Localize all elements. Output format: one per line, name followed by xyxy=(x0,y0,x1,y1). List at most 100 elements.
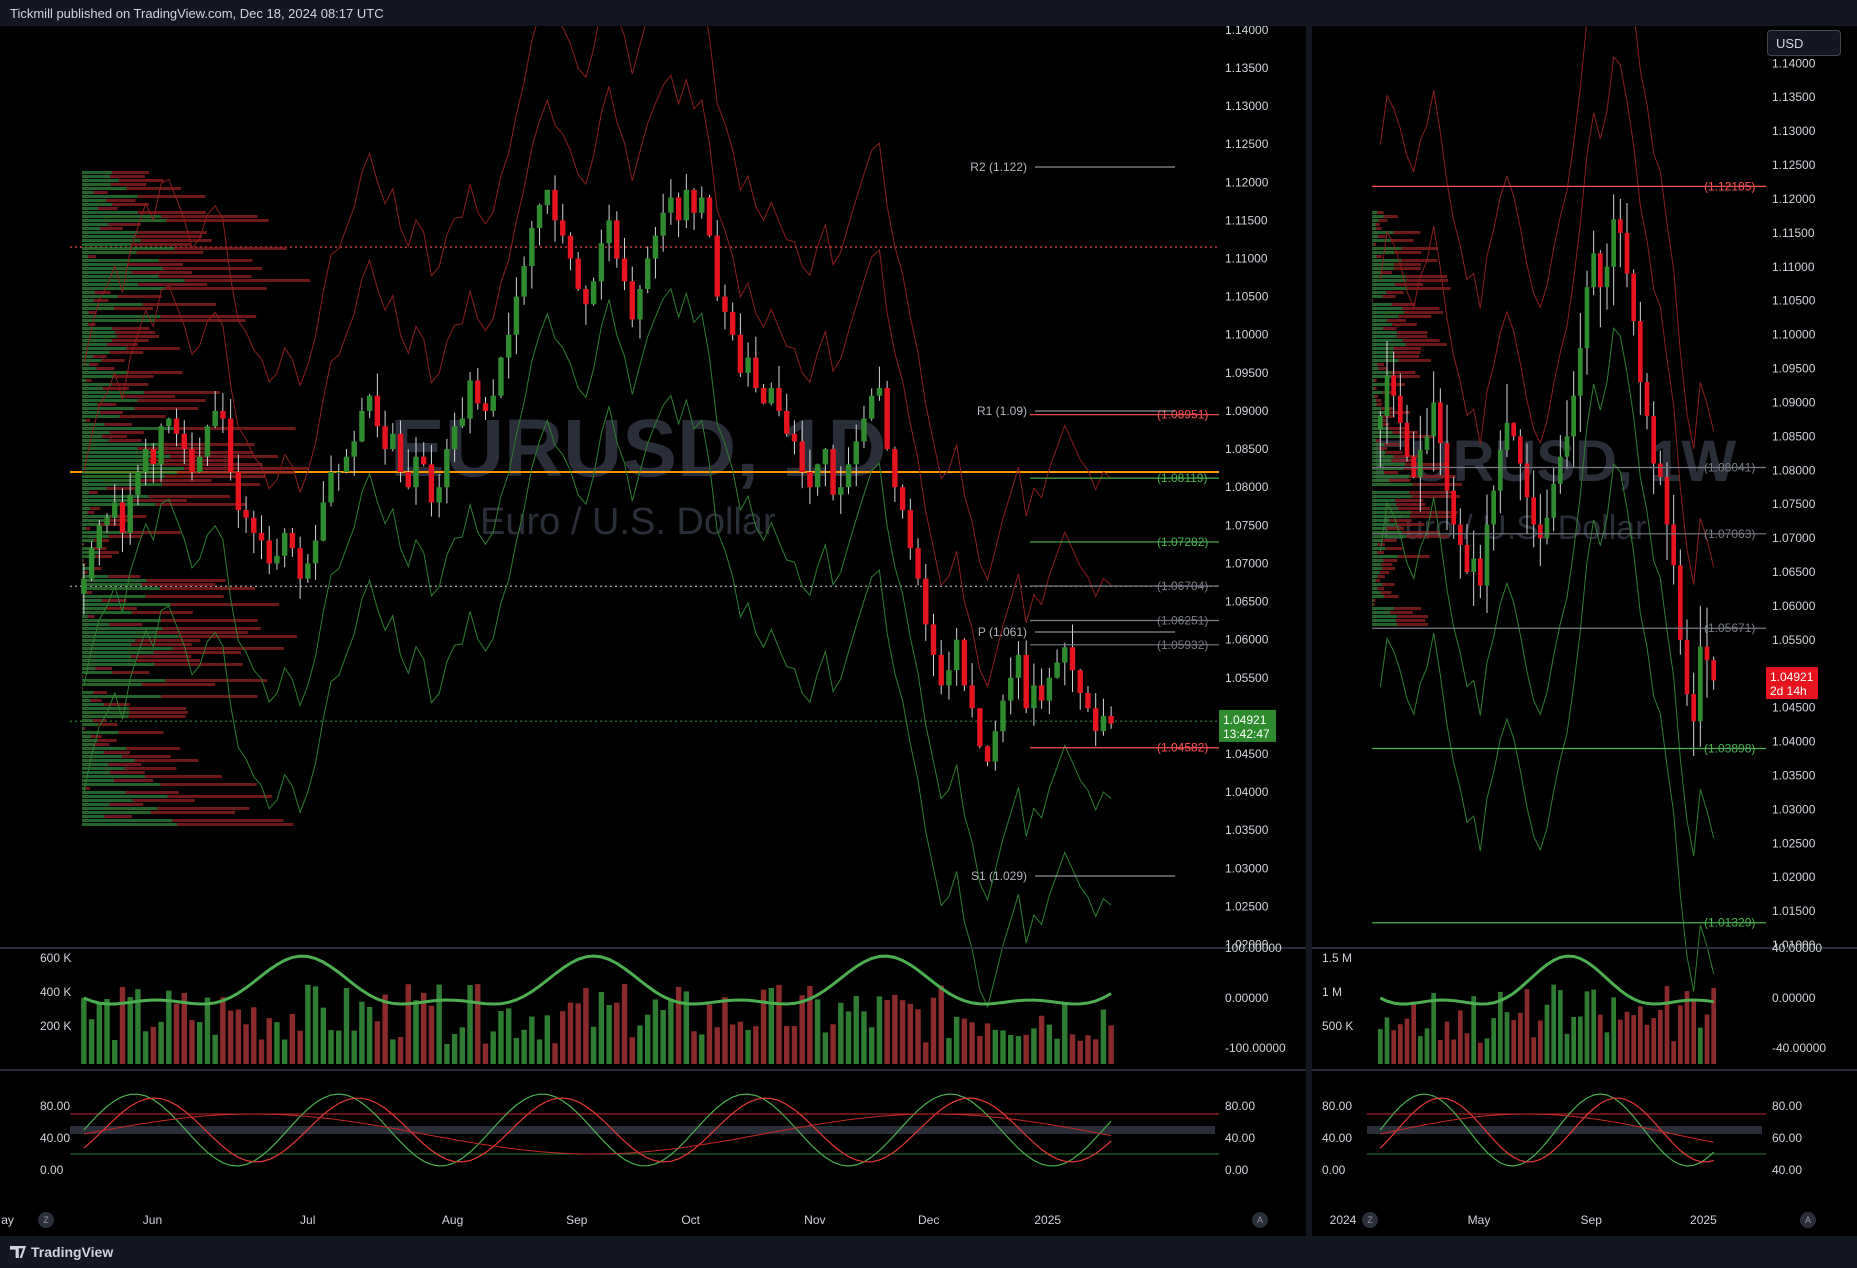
volume-bar xyxy=(1631,1015,1636,1064)
left-chart-panel[interactable]: EURUSD, 1D Euro / U.S. Dollar 1.14000 1.135… xyxy=(0,0,1306,1236)
candle-body xyxy=(1571,395,1576,437)
candle-body xyxy=(1092,708,1099,732)
volume-profile-bar xyxy=(112,339,149,342)
volume-profile-bar xyxy=(1396,335,1428,338)
volume-bar xyxy=(575,1003,581,1064)
daily-chart-svg[interactable]: EURUSD, 1DEuro / U.S. Dollar1.140001.135… xyxy=(0,0,1306,1236)
zoom-button-left[interactable]: Z xyxy=(38,1212,54,1228)
volume-profile-bar xyxy=(1378,367,1387,370)
volume-profile-bar xyxy=(1372,359,1399,362)
volume-bar xyxy=(590,1026,597,1064)
volume-profile-bar xyxy=(162,483,261,486)
volume-profile-bar xyxy=(1372,383,1387,386)
volume-profile-bar xyxy=(141,683,216,686)
candle-body xyxy=(876,388,883,396)
volume-profile-bar xyxy=(106,487,137,490)
volume-profile-bar xyxy=(140,239,212,242)
volume-profile-bar xyxy=(1401,259,1438,262)
volume-profile-bar xyxy=(136,251,204,254)
candle-body xyxy=(1015,654,1022,678)
volume-bar xyxy=(1578,1016,1583,1064)
volume-profile-bar xyxy=(82,395,124,398)
candle-body xyxy=(1498,449,1503,491)
y-tick-label: 1.06000 xyxy=(1225,633,1269,647)
volume-bar xyxy=(1424,1028,1430,1064)
volume-bar xyxy=(328,1030,334,1064)
volume-profile-bar xyxy=(1381,563,1393,566)
volume-bar xyxy=(1611,997,1616,1064)
volume-profile-bar xyxy=(98,551,119,554)
volume-bar xyxy=(1544,1004,1550,1064)
volume-bar xyxy=(1038,1015,1045,1064)
auto-button-right[interactable]: A xyxy=(1800,1212,1816,1228)
y-tick-label: 1.07000 xyxy=(1772,531,1816,545)
volume-profile-bar xyxy=(163,463,263,466)
tradingview-logo[interactable]: TradingView xyxy=(10,1244,113,1260)
volume-profile-bar xyxy=(1372,543,1378,546)
volume-profile-bar xyxy=(1372,319,1388,322)
currency-select[interactable]: USD xyxy=(1767,30,1841,56)
candle-body xyxy=(1398,395,1403,423)
y-tick-label: 1.10500 xyxy=(1772,294,1816,308)
candle-body xyxy=(907,510,914,549)
oscillator-axis-label: 0.00000 xyxy=(1772,991,1816,1005)
candle-body xyxy=(421,456,427,465)
volume-bar xyxy=(1711,987,1716,1064)
candle-body xyxy=(1538,524,1543,539)
candle-body xyxy=(969,685,975,709)
volume-profile-bar xyxy=(1372,439,1376,442)
volume-profile-bar xyxy=(1372,259,1402,262)
volume-profile-bar xyxy=(82,675,84,678)
volume-profile-bar xyxy=(1372,243,1374,246)
candle-body xyxy=(838,487,844,495)
volume-profile-bar xyxy=(82,443,160,446)
volume-profile-bar xyxy=(1407,287,1451,290)
candle-body xyxy=(1598,253,1603,288)
volume-bar xyxy=(552,1043,558,1064)
volume-profile-bar xyxy=(1406,535,1449,538)
candle-body xyxy=(776,388,782,411)
level-label: (1.06251) xyxy=(1157,614,1208,628)
volume-bar xyxy=(892,994,898,1064)
volume-profile-bar xyxy=(1405,343,1447,346)
candle-body xyxy=(652,235,659,259)
volume-bar xyxy=(1698,1027,1703,1064)
candle-body xyxy=(1100,715,1107,732)
volume-bar xyxy=(691,1031,697,1064)
candle-body xyxy=(158,426,164,465)
volume-profile-bar xyxy=(1372,595,1384,598)
volume-profile-bar xyxy=(127,371,183,374)
volume-profile-bar xyxy=(1380,591,1392,594)
right-chart-panel[interactable]: EURUSD, 1W Euro / U.S. Dollar 1.14000 1.135… xyxy=(1312,0,1857,1236)
volume-profile-bar xyxy=(82,743,95,746)
volume-bar xyxy=(652,999,659,1064)
volume-profile-bar xyxy=(1372,599,1374,602)
volume-profile-bar xyxy=(1372,435,1400,438)
volume-bar xyxy=(1458,1010,1463,1064)
volume-profile-bar xyxy=(82,687,84,690)
volume-bar xyxy=(351,1030,357,1064)
candle-body xyxy=(1684,639,1690,695)
weekly-chart-svg[interactable]: EURUSD, 1WEuro / U.S. Dollar1.140001.135… xyxy=(1312,0,1857,1236)
volume-bar xyxy=(1598,1014,1603,1064)
volume-profile-bar xyxy=(1375,579,1381,582)
candle-body xyxy=(96,525,103,549)
candle-body xyxy=(173,418,180,434)
volume-profile-bar xyxy=(100,411,123,414)
volume-profile-bar xyxy=(1410,515,1457,518)
volume-bar xyxy=(220,997,226,1064)
volume-profile-bar xyxy=(131,611,193,614)
candle-body xyxy=(1471,558,1476,572)
volume-profile-bar xyxy=(1372,343,1406,346)
volume-profile-bar xyxy=(1377,363,1385,366)
volume-bar xyxy=(729,1024,736,1064)
volume-bar xyxy=(81,997,87,1064)
auto-button-left[interactable]: A xyxy=(1252,1212,1268,1228)
volume-bar xyxy=(791,1026,798,1064)
stoch-right-label: 60.00 xyxy=(1772,1131,1802,1145)
volume-bar xyxy=(274,1022,280,1064)
zoom-button-right[interactable]: Z xyxy=(1362,1212,1378,1228)
y-tick-label: 1.04000 xyxy=(1772,735,1816,749)
candle-body xyxy=(88,548,95,579)
volume-profile-bar xyxy=(82,255,89,258)
